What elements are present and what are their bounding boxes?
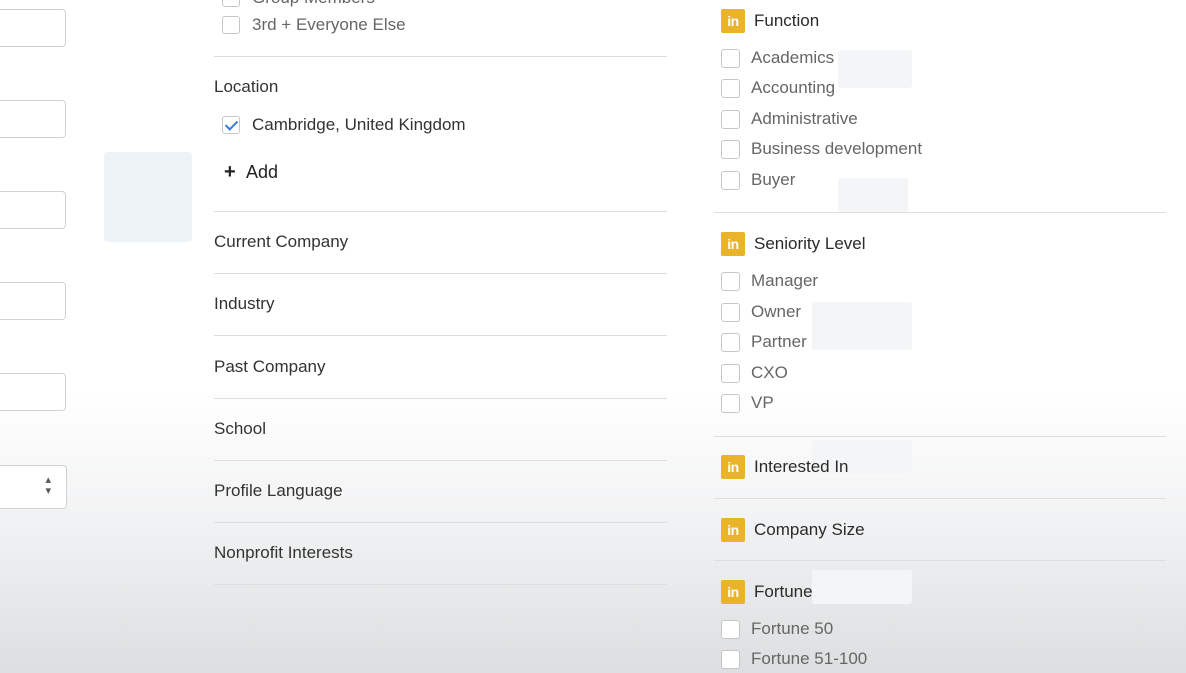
divider	[214, 56, 667, 57]
seniority-option[interactable]: CXO	[721, 363, 788, 383]
checkbox[interactable]	[222, 0, 240, 7]
divider	[714, 212, 1166, 213]
background-ghost-block	[838, 50, 912, 88]
add-label: Add	[246, 162, 279, 182]
checkbox[interactable]	[721, 109, 740, 129]
function-option-label: Business development	[751, 139, 923, 158]
divider	[214, 398, 667, 399]
divider	[214, 522, 667, 523]
location-heading: Location	[214, 77, 279, 96]
plus-icon: +	[224, 161, 236, 183]
section-industry[interactable]: Industry	[214, 294, 274, 314]
left-text-input[interactable]	[0, 282, 66, 320]
company-size-heading-label: Company Size	[754, 520, 865, 539]
connection-option[interactable]: Group Members	[222, 0, 375, 8]
select-arrows-icon: ▴ ▾	[45, 474, 51, 497]
fortune-heading[interactable]: in Fortune	[721, 580, 813, 604]
connection-option[interactable]: 3rd + Everyone Else	[222, 15, 406, 35]
section-current-company[interactable]: Current Company	[214, 232, 348, 252]
function-heading[interactable]: in Function	[721, 9, 819, 33]
left-text-input[interactable]	[0, 100, 66, 138]
fortune-option-label: Fortune 50	[751, 619, 834, 638]
fortune-option[interactable]: Fortune 51-100	[721, 649, 867, 669]
premium-in-icon: in	[721, 518, 745, 542]
checkbox[interactable]	[721, 619, 740, 639]
section-past-company[interactable]: Past Company	[214, 357, 326, 377]
company-size-heading[interactable]: in Company Size	[721, 518, 865, 542]
divider	[714, 498, 1166, 499]
location-option-label: Cambridge, United Kingdom	[252, 115, 466, 134]
left-text-input[interactable]	[0, 9, 66, 47]
fortune-option-label: Fortune 51-100	[751, 649, 868, 668]
background-ghost-block	[104, 152, 192, 242]
fortune-option[interactable]: Fortune 50	[721, 619, 833, 639]
checkbox[interactable]	[721, 363, 740, 383]
checkbox[interactable]	[721, 649, 740, 669]
checkbox[interactable]	[721, 170, 740, 190]
divider	[714, 436, 1166, 437]
checkbox-checked[interactable]	[222, 116, 240, 134]
fortune-heading-label: Fortune	[754, 582, 813, 601]
seniority-option[interactable]: Partner	[721, 332, 807, 352]
left-select-dropdown[interactable]: ▴ ▾	[0, 465, 67, 509]
function-option-label: Academics	[751, 48, 835, 67]
function-option-label: Administrative	[751, 109, 858, 128]
add-location-button[interactable]: + Add	[224, 161, 278, 184]
location-option[interactable]: Cambridge, United Kingdom	[222, 115, 466, 135]
seniority-option[interactable]: VP	[721, 393, 774, 413]
function-option[interactable]: Accounting	[721, 78, 835, 98]
divider	[214, 584, 667, 585]
background-ghost-block	[812, 570, 912, 604]
function-option-label: Accounting	[751, 78, 836, 97]
premium-in-icon: in	[721, 232, 745, 256]
function-option-label: Buyer	[751, 170, 796, 189]
divider	[714, 560, 1166, 561]
function-option[interactable]: Buyer	[721, 170, 795, 190]
function-heading-label: Function	[754, 11, 820, 30]
checkbox[interactable]	[721, 139, 740, 159]
checkbox[interactable]	[721, 78, 740, 98]
section-nonprofit-interests[interactable]: Nonprofit Interests	[214, 543, 353, 563]
interested-in-heading-label: Interested In	[754, 457, 849, 476]
checkbox[interactable]	[721, 302, 740, 322]
function-option[interactable]: Academics	[721, 48, 834, 68]
left-text-input[interactable]	[0, 373, 66, 411]
background-ghost-block	[838, 178, 908, 212]
premium-in-icon: in	[721, 9, 745, 33]
premium-in-icon: in	[721, 580, 745, 604]
checkbox[interactable]	[721, 393, 740, 413]
section-profile-language[interactable]: Profile Language	[214, 481, 343, 501]
checkbox[interactable]	[721, 332, 740, 352]
seniority-option[interactable]: Owner	[721, 302, 801, 322]
connection-option-label: 3rd + Everyone Else	[252, 15, 406, 34]
background-ghost-block	[812, 302, 912, 350]
function-option[interactable]: Business development	[721, 139, 922, 159]
interested-in-heading[interactable]: in Interested In	[721, 455, 849, 479]
seniority-option-label: Owner	[751, 302, 802, 321]
seniority-option-label: Partner	[751, 332, 807, 351]
left-text-input[interactable]	[0, 191, 66, 229]
function-option[interactable]: Administrative	[721, 109, 858, 129]
divider	[214, 211, 667, 212]
checkbox[interactable]	[721, 48, 740, 68]
divider	[214, 273, 667, 274]
divider	[214, 460, 667, 461]
seniority-level-heading[interactable]: in Seniority Level	[721, 232, 866, 256]
section-school[interactable]: School	[214, 419, 266, 439]
premium-in-icon: in	[721, 455, 745, 479]
seniority-option-label: CXO	[751, 363, 788, 382]
connection-option-label: Group Members	[252, 0, 375, 8]
seniority-level-heading-label: Seniority Level	[754, 234, 866, 253]
seniority-option[interactable]: Manager	[721, 271, 818, 291]
divider	[214, 335, 667, 336]
checkbox[interactable]	[721, 271, 740, 291]
checkbox[interactable]	[222, 16, 240, 34]
seniority-option-label: VP	[751, 393, 774, 412]
seniority-option-label: Manager	[751, 271, 819, 290]
